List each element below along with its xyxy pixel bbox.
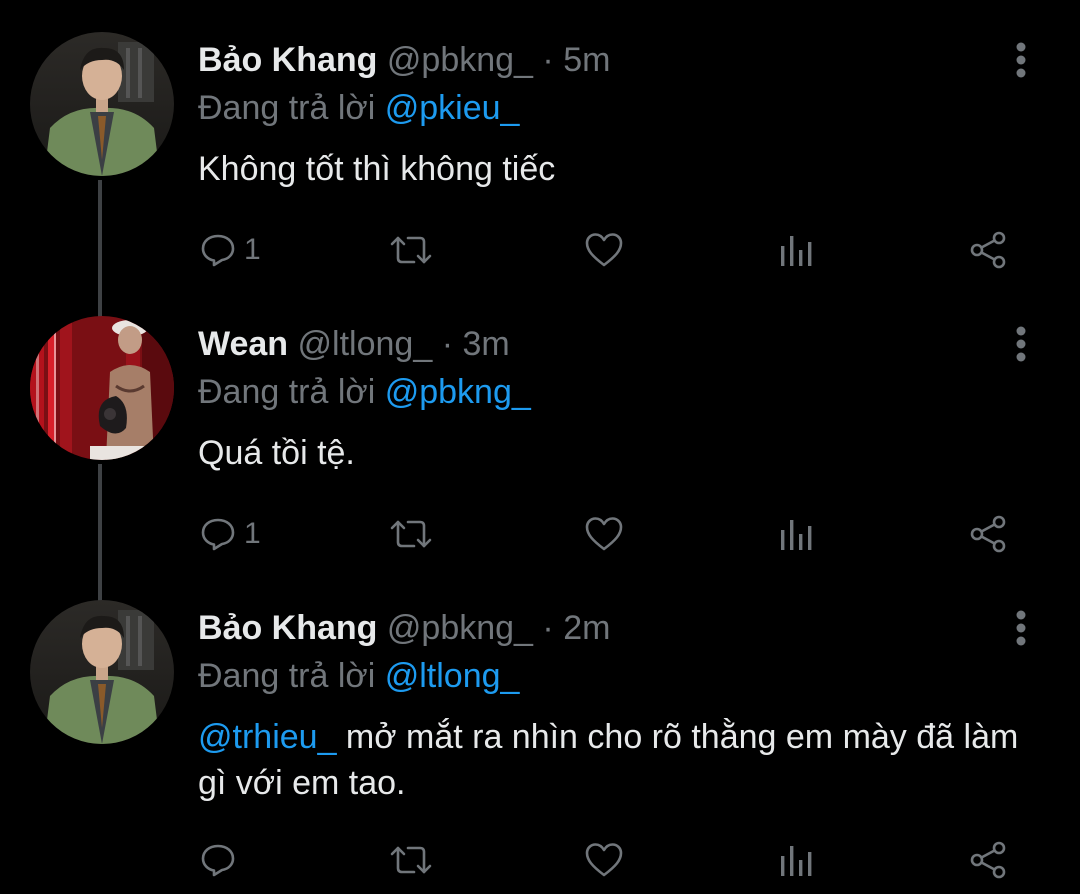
user-handle[interactable]: @ltlong_ bbox=[298, 325, 433, 363]
reply-count: 1 bbox=[244, 233, 261, 266]
tweet-actions: 1 bbox=[0, 222, 1080, 278]
reply-button[interactable]: 1 bbox=[200, 506, 261, 562]
share-icon bbox=[970, 515, 1006, 553]
replying-to-label: Đang trả lời bbox=[198, 657, 376, 695]
share-icon bbox=[970, 841, 1006, 879]
display-name[interactable]: Wean bbox=[198, 325, 288, 363]
analytics-icon bbox=[781, 520, 812, 550]
more-options-button[interactable] bbox=[1004, 606, 1038, 650]
tweet-text: Không tốt thì không tiếc bbox=[198, 150, 556, 188]
retweet-button[interactable] bbox=[388, 222, 434, 278]
display-name[interactable]: Bảo Khang bbox=[198, 609, 377, 647]
tweet[interactable]: Wean @ltlong_ · 3m Đang trả lời @pbkng_ … bbox=[0, 284, 1080, 568]
replying-to-label: Đang trả lời bbox=[198, 373, 376, 411]
reply-button[interactable]: 1 bbox=[200, 222, 261, 278]
tweet-header: Bảo Khang @pbkng_ · 5m bbox=[198, 38, 610, 82]
replying-to-mention[interactable]: @pkieu_ bbox=[385, 89, 520, 127]
replying-to-mention[interactable]: @pbkng_ bbox=[385, 373, 531, 411]
text-mention[interactable]: @trhieu_ bbox=[198, 718, 336, 756]
retweet-button[interactable] bbox=[388, 506, 434, 562]
avatar[interactable] bbox=[30, 32, 174, 176]
like-button[interactable] bbox=[584, 832, 624, 888]
like-button[interactable] bbox=[584, 222, 624, 278]
analytics-button[interactable] bbox=[778, 832, 814, 888]
separator-dot: · bbox=[441, 325, 454, 363]
tweet[interactable]: Bảo Khang @pbkng_ · 2m Đang trả lời @ltl… bbox=[0, 568, 1080, 894]
retweet-icon bbox=[390, 520, 432, 548]
tweet-header: Bảo Khang @pbkng_ · 2m bbox=[198, 606, 610, 650]
like-icon bbox=[585, 517, 623, 551]
reply-button[interactable] bbox=[200, 832, 244, 888]
analytics-icon bbox=[781, 236, 812, 266]
more-options-button[interactable] bbox=[1004, 322, 1038, 366]
replying-to: Đang trả lời @pbkng_ bbox=[198, 370, 531, 414]
like-icon bbox=[585, 843, 623, 877]
user-handle[interactable]: @pbkng_ bbox=[387, 609, 533, 647]
tweet-thread: Bảo Khang @pbkng_ · 5m Đang trả lời @pki… bbox=[0, 0, 1080, 894]
reply-icon bbox=[201, 844, 235, 877]
reply-count: 1 bbox=[244, 517, 261, 550]
replying-to-label: Đang trả lời bbox=[198, 89, 376, 127]
timestamp[interactable]: 5m bbox=[563, 41, 610, 79]
tweet-actions bbox=[0, 832, 1080, 888]
tweet-header: Wean @ltlong_ · 3m bbox=[198, 322, 510, 366]
user-handle[interactable]: @pbkng_ bbox=[387, 41, 533, 79]
share-button[interactable] bbox=[968, 832, 1008, 888]
share-icon bbox=[970, 231, 1006, 269]
share-button[interactable] bbox=[968, 506, 1008, 562]
more-vertical-icon bbox=[1016, 326, 1026, 362]
analytics-icon bbox=[781, 846, 812, 876]
replying-to: Đang trả lời @pkieu_ bbox=[198, 86, 519, 130]
separator-dot: · bbox=[542, 609, 554, 647]
replying-to-mention[interactable]: @ltlong_ bbox=[385, 657, 520, 695]
tweet-text: Quá tồi tệ. bbox=[198, 434, 355, 472]
reply-icon bbox=[201, 234, 235, 267]
avatar[interactable] bbox=[30, 600, 174, 744]
analytics-button[interactable] bbox=[778, 506, 814, 562]
retweet-icon bbox=[390, 846, 432, 874]
retweet-button[interactable] bbox=[388, 832, 434, 888]
timestamp[interactable]: 2m bbox=[563, 609, 610, 647]
more-vertical-icon bbox=[1016, 610, 1026, 646]
analytics-button[interactable] bbox=[778, 222, 814, 278]
display-name[interactable]: Bảo Khang bbox=[198, 41, 377, 79]
tweet-actions: 1 bbox=[0, 506, 1080, 562]
more-options-button[interactable] bbox=[1004, 38, 1038, 82]
reply-icon bbox=[201, 518, 235, 551]
replying-to: Đang trả lời @ltlong_ bbox=[198, 654, 519, 698]
timestamp[interactable]: 3m bbox=[462, 325, 509, 363]
more-vertical-icon bbox=[1016, 42, 1026, 78]
avatar[interactable] bbox=[30, 316, 174, 460]
separator-dot: · bbox=[542, 41, 554, 79]
share-button[interactable] bbox=[968, 222, 1008, 278]
like-icon bbox=[585, 233, 623, 267]
tweet[interactable]: Bảo Khang @pbkng_ · 5m Đang trả lời @pki… bbox=[0, 0, 1080, 284]
tweet-text: @trhieu_ mở mắt ra nhìn cho rõ thằng em … bbox=[198, 714, 1028, 806]
retweet-icon bbox=[390, 236, 432, 264]
like-button[interactable] bbox=[584, 506, 624, 562]
